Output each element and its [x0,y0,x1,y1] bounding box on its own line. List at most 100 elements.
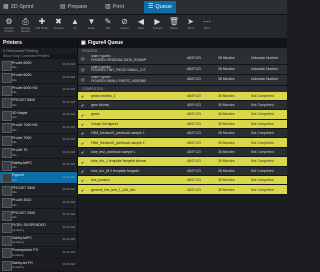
toolbar-button-8[interactable]: ◀ Back [134,17,148,36]
toolbar-button-label: Add Printer [35,27,49,30]
check-icon: ✔ [81,131,85,137]
check-icon: ✔ [81,169,85,175]
printer-item[interactable]: FIGRL SUSPENDED Updating 10:11 AM [0,222,77,234]
toolbar-button-12[interactable]: ⋯ More [200,17,214,36]
completed-row[interactable]: ✔ tube_test_pixelbuck sample 1 ABS*123 38 M… [78,147,287,158]
completed-row[interactable]: ✔ gears ABS*123 38 Minutes Not Completed [78,110,287,120]
completed-row[interactable]: ✔ general_line_test_1_s3d_s5o ABS*123 38 Mi… [78,185,287,195]
printer-status: Idle [12,140,17,144]
printer-status: Idle [12,127,17,132]
tab-prepare[interactable]: ▤ Prepare [60,1,87,13]
toolbar-button-7[interactable]: ⊘ Cancel [118,17,132,36]
printer-item[interactable]: SafetyJetPC Idle 10:11 AM [0,159,77,172]
job-status: Not Completed [251,159,274,164]
remove-icon: ✖ [55,17,62,26]
toolbar-button-label: Send [187,27,194,30]
top-bar: ▦ 3D Sprint ▤ Prepare ▥ Print ☰ Queue [0,0,287,15]
job-name: text_product [91,178,110,183]
printer-item[interactable]: Powerprinter PC Updating 10:11 AM [0,247,77,259]
printer-item[interactable]: PROJET 3500 Idle 10:11 AM [0,184,77,197]
printer-thumbnail [2,160,12,171]
printer-item[interactable]: ProJet 3510 Idle 10:11 AM [0,197,77,209]
printer-time: 10:11 AM [62,112,75,116]
job-name: tube_trio_1 template fangefid ticmwell [91,159,146,164]
printer-name: ProJet 3510 [12,198,32,202]
printer-item[interactable]: SafetyJet PC Updating 10:11 AM [0,259,77,272]
printer-item[interactable]: ProJet 7K Idle 10:11 AM [0,147,77,159]
printer-name: 3D Maple [12,110,28,115]
printer-name: SafetyJetPC [12,235,32,240]
clock-icon: ◷ [81,66,85,72]
printer-item[interactable]: ProJet 7000 HD Idle 10:11 AM [0,122,77,134]
printer-item[interactable]: Figure4 Idle 10:11 AM [0,171,77,184]
job-name: Start Figure4 FIGURE4 ORIGINAL DATA_EXAM… [91,55,146,62]
toolbar-button-4[interactable]: ▲ Up [68,17,82,36]
printer-item[interactable]: PROJET 2500 Idle 10:11 AM [0,209,77,222]
printer-time: 10:11 AM [62,162,75,166]
job-duration: 38 Minutes [218,131,235,136]
tab-queue[interactable]: ☰ Queue [144,1,176,13]
printer-status: Updating [12,252,25,257]
toolbar-button-0[interactable]: ⚙ Connect Printers [2,17,16,36]
job-name: gears ink/inks_1 [91,93,116,98]
completed-row[interactable]: ✔ gears ink/inks_1 ABS*123 38 Minutes Not Co… [78,91,287,101]
pending-row[interactable]: ◷ Start Figure4 FIGURE4 ORIGINAL DATA_EXA… [78,54,287,65]
toolbar-button-9[interactable]: ▶ Forward [151,17,165,36]
completed-row[interactable]: ✔ tube_trio_1 template fangefid ticmwell A… [78,157,287,167]
toolbar: ⚙ Connect Printers ⎙ Manage Printers ✚ Add Pr… [0,15,287,39]
printer-name: PROJET 2500 [12,210,36,215]
printer-time: 10:11 AM [62,87,75,91]
toolbar-button-11[interactable]: ➤ Send [184,17,198,36]
job-duration: 38 Minutes [218,178,235,183]
printer-name: ProJet 6000 HD [12,85,38,90]
completed-row[interactable]: ✔ gear inkinks ABS*123 38 Minutes Not Comple… [78,100,287,111]
completed-row[interactable]: ✔ Cringe Xia figure4 ABS*123 38 Minutes Not … [78,119,287,130]
down-icon: ▼ [87,17,96,26]
printer-time: 10:11 AM [62,149,75,154]
printer-thumbnail [2,110,12,121]
job-material: ABS*123 [187,56,201,61]
pending-row[interactable]: ◷ Start Figure4 FIGURE4 SMALL PARTS_ASSEM… [78,75,287,86]
printer-status: Idle [12,202,17,207]
toolbar-button-3[interactable]: ✖ Remove [52,17,66,36]
completed-row[interactable]: ✔ text_product ABS*123 38 Minutes Not Comple… [78,176,287,186]
toolbar-button-10[interactable]: 🗑 Delete [167,17,181,36]
printer-status: Idle [12,215,17,219]
completed-row[interactable]: ✔ FBM_Medium5_pixelbuck sample 1 ABS*123 38… [78,129,287,139]
check-icon: ✔ [81,103,85,109]
printer-name: PROJET 3500 [12,185,36,190]
completed-row[interactable]: ✔ tube_trio_fill 2 template fangefid ABS*1… [78,166,287,177]
job-duration: 38 Minutes [218,187,235,192]
toolbar-button-2[interactable]: ✚ Add Printer [35,17,49,36]
completed-row[interactable]: ✔ FBM_Medium5_pixelbuck sample 1 ABS*123 38… [78,138,287,148]
printer-item[interactable]: SafetyJetPC Updating 10:11 AM [0,234,77,247]
toolbar-button-5[interactable]: ▼ Down [85,17,99,36]
queue-panel: ▣ Figure4 Queue PENDING ◷ Start Figure4 F… [78,39,287,249]
job-name: gears [91,112,100,117]
printer-thumbnail [2,260,12,271]
printer-time: 10:11 AM [62,174,75,179]
sidebar-title: Printers [0,39,77,48]
pending-row[interactable]: ◷ Start Figure4 FIGURE4 TINY_PIECE SMALL_… [78,64,287,75]
job-status: Not Completed [251,168,274,173]
printer-item[interactable]: ProJet 6000 HD Idle 10:11 AM [0,84,77,97]
prepare-icon: ▤ [60,4,66,10]
toolbar-button-1[interactable]: ⎙ Manage Printers [19,17,33,36]
tab-print[interactable]: ▥ Print [105,1,124,13]
printer-thumbnail [2,60,12,71]
printer-thumbnail [2,185,12,196]
printer-item[interactable]: ProJet 7000 Idle 10:11 AM [0,134,77,147]
printer-thumbnail [2,173,12,183]
settings-icon: ⚙ [5,17,13,26]
printer-time: 10:11 AM [62,62,75,66]
printer-item[interactable]: 3D Maple Idle 10:11 AM [0,109,77,122]
check-icon: ✔ [81,93,85,99]
up-icon: ▲ [71,17,79,26]
toolbar-button-6[interactable]: ✎ Edit [101,17,115,36]
printer-item[interactable]: ProJet 6000 Idle 10:11 AM [0,59,77,72]
printer-item[interactable]: PROJET 6500 Idle 10:11 AM [0,97,77,109]
job-status: Not Completed [251,131,274,136]
job-duration: 38 Minutes [218,150,235,155]
printer-item[interactable]: ProJet 6000 Idle 10:11 AM [0,72,77,84]
job-name: general_line_test_1_s3d_s5o [91,187,136,192]
